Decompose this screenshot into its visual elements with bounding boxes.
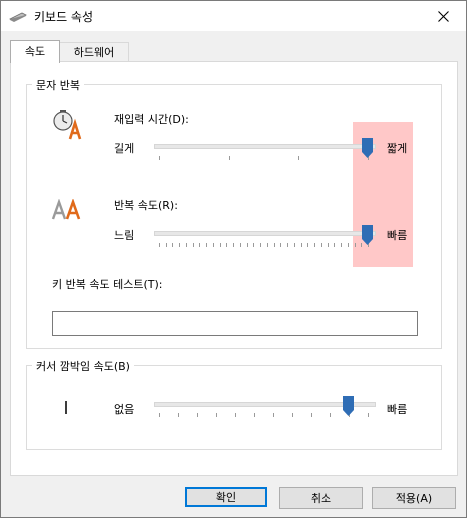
slider-tick [239,243,241,247]
slider-tick [334,243,336,247]
slider-tick [300,243,302,247]
slider-tick [327,243,329,247]
slider-tick [298,156,300,160]
repeat-delay-slider-thumb[interactable] [362,138,373,158]
slider-tick [179,243,181,247]
slider-tick [228,156,230,160]
repeat-delay-label: 재입력 시간(D): [114,113,189,126]
slider-tick [185,243,187,247]
repeat-rate-icon [51,199,81,220]
slider-tick [219,243,221,247]
repeat-rate-max-label: 빠름 [387,229,408,242]
slider-tick [266,243,268,247]
repeat-rate-label: 반복 속도(R): [114,199,178,212]
slider-tick [354,243,356,247]
slider-tick [206,243,208,247]
slider-tick [280,243,282,247]
slider-tick [287,243,289,247]
slider-tick [293,243,295,247]
content-layer: 재입력 시간(D): 길게 짧게 반복 속도(R): 느림 빠름 키 반복 속도… [1,1,466,517]
slider-tick [226,243,228,247]
slider-tick [192,243,194,247]
slider-tick [199,243,201,247]
slider-tick [159,156,160,160]
slider-tick [320,243,322,247]
slider-tick [172,243,174,247]
repeat-test-label: 키 반복 속도 테스트(T): [52,278,163,291]
repeat-rate-slider-thumb[interactable] [362,225,373,245]
slider-tick [341,243,343,247]
slider-tick [212,243,214,247]
slider-tick [260,243,262,247]
keyboard-properties-window: 키보드 속성 속도 하드웨어 문자 반복 재입력 시간(D): 길게 짧게 반복… [0,0,467,518]
slider-tick [314,243,316,247]
repeat-delay-max-label: 짧게 [387,142,408,155]
slider-tick [253,243,255,247]
repeat-rate-min-label: 느림 [114,229,135,242]
slider-tick [307,243,309,247]
slider-tick [159,243,160,247]
slider-tick [165,243,167,247]
slider-tick [246,243,248,247]
repeat-rate-slider-track[interactable] [154,231,376,236]
repeat-test-input[interactable] [52,311,418,336]
repeat-delay-icon [53,110,82,140]
slider-tick [347,243,349,247]
repeat-delay-slider-track[interactable] [154,144,376,149]
slider-tick [273,243,275,247]
repeat-delay-min-label: 길게 [114,142,135,155]
slider-tick [233,243,235,247]
